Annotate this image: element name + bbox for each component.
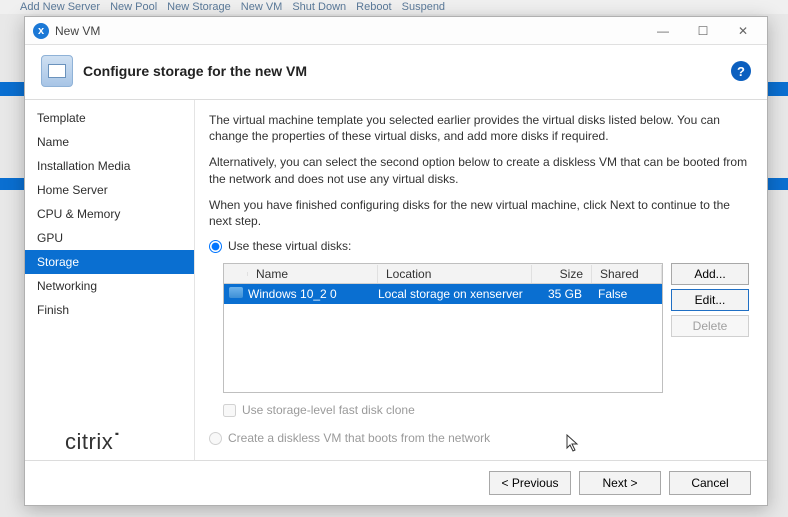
checkbox-fast-disk-clone-label: Use storage-level fast disk clone xyxy=(242,403,415,417)
sidebar-item-storage[interactable]: Storage xyxy=(25,250,194,274)
sidebar-item-finish[interactable]: Finish xyxy=(25,298,194,322)
checkbox-fast-disk-clone-input xyxy=(223,404,236,417)
previous-button[interactable]: < Previous xyxy=(489,471,571,495)
radio-use-virtual-disks[interactable]: Use these virtual disks: xyxy=(209,239,749,253)
page-heading: Configure storage for the new VM xyxy=(83,63,307,79)
edit-disk-button[interactable]: Edit... xyxy=(671,289,749,311)
checkbox-fast-disk-clone: Use storage-level fast disk clone xyxy=(223,403,749,417)
bg-tool-item: Suspend xyxy=(402,0,445,14)
col-header-name[interactable]: Name xyxy=(248,265,378,283)
bg-tool-item: New Pool xyxy=(110,0,157,14)
sidebar-item-networking[interactable]: Networking xyxy=(25,274,194,298)
citrix-brand: citrix˙ xyxy=(65,429,121,455)
radio-use-virtual-disks-label: Use these virtual disks: xyxy=(228,239,351,253)
minimize-button[interactable]: — xyxy=(643,18,683,44)
radio-diskless-vm-label: Create a diskless VM that boots from the… xyxy=(228,431,490,445)
table-header: Name Location Size Shared xyxy=(224,264,662,284)
bg-tool-item: New VM xyxy=(241,0,283,14)
cell-location: Local storage on xenserver xyxy=(378,287,532,301)
bg-tool-item: New Storage xyxy=(167,0,231,14)
close-button[interactable]: ✕ xyxy=(723,18,763,44)
intro-text-1: The virtual machine template you selecte… xyxy=(209,112,749,144)
dialog-footer: < Previous Next > Cancel xyxy=(25,460,767,505)
sidebar-item-template[interactable]: Template xyxy=(25,106,194,130)
titlebar: x New VM — ☐ ✕ xyxy=(25,17,767,45)
intro-text-2: Alternatively, you can select the second… xyxy=(209,154,749,186)
help-icon[interactable]: ? xyxy=(731,61,751,81)
wizard-sidebar: Template Name Installation Media Home Se… xyxy=(25,100,195,460)
radio-diskless-vm: Create a diskless VM that boots from the… xyxy=(209,431,749,445)
radio-diskless-vm-input xyxy=(209,432,222,445)
content-pane: The virtual machine template you selecte… xyxy=(195,100,767,460)
sidebar-item-installation-media[interactable]: Installation Media xyxy=(25,154,194,178)
bg-tool-item: Reboot xyxy=(356,0,391,14)
next-button[interactable]: Next > xyxy=(579,471,661,495)
app-icon: x xyxy=(33,23,49,39)
dialog-header: Configure storage for the new VM ? xyxy=(25,45,767,100)
radio-use-virtual-disks-input[interactable] xyxy=(209,240,222,253)
storage-header-icon xyxy=(41,55,73,87)
window-title: New VM xyxy=(55,24,100,38)
intro-text-3: When you have finished configuring disks… xyxy=(209,197,749,229)
bg-tool-item: Add New Server xyxy=(20,0,100,14)
new-vm-dialog: x New VM — ☐ ✕ Configure storage for the… xyxy=(24,16,768,506)
disk-icon xyxy=(229,287,243,298)
maximize-button[interactable]: ☐ xyxy=(683,18,723,44)
bg-tool-item: Shut Down xyxy=(292,0,346,14)
sidebar-item-name[interactable]: Name xyxy=(25,130,194,154)
col-header-shared[interactable]: Shared xyxy=(592,265,662,283)
add-disk-button[interactable]: Add... xyxy=(671,263,749,285)
background-toolbar: Add New Server New Pool New Storage New … xyxy=(0,0,788,14)
cell-name: Windows 10_2 0 xyxy=(248,287,378,301)
virtual-disks-table: Name Location Size Shared Windows 10_2 0… xyxy=(223,263,663,393)
cancel-button[interactable]: Cancel xyxy=(669,471,751,495)
sidebar-item-cpu-memory[interactable]: CPU & Memory xyxy=(25,202,194,226)
cell-shared: False xyxy=(592,287,662,301)
delete-disk-button: Delete xyxy=(671,315,749,337)
cell-size: 35 GB xyxy=(532,287,592,301)
sidebar-item-home-server[interactable]: Home Server xyxy=(25,178,194,202)
col-header-location[interactable]: Location xyxy=(378,265,532,283)
col-header-size[interactable]: Size xyxy=(532,265,592,283)
sidebar-item-gpu[interactable]: GPU xyxy=(25,226,194,250)
table-row[interactable]: Windows 10_2 0 Local storage on xenserve… xyxy=(224,284,662,304)
